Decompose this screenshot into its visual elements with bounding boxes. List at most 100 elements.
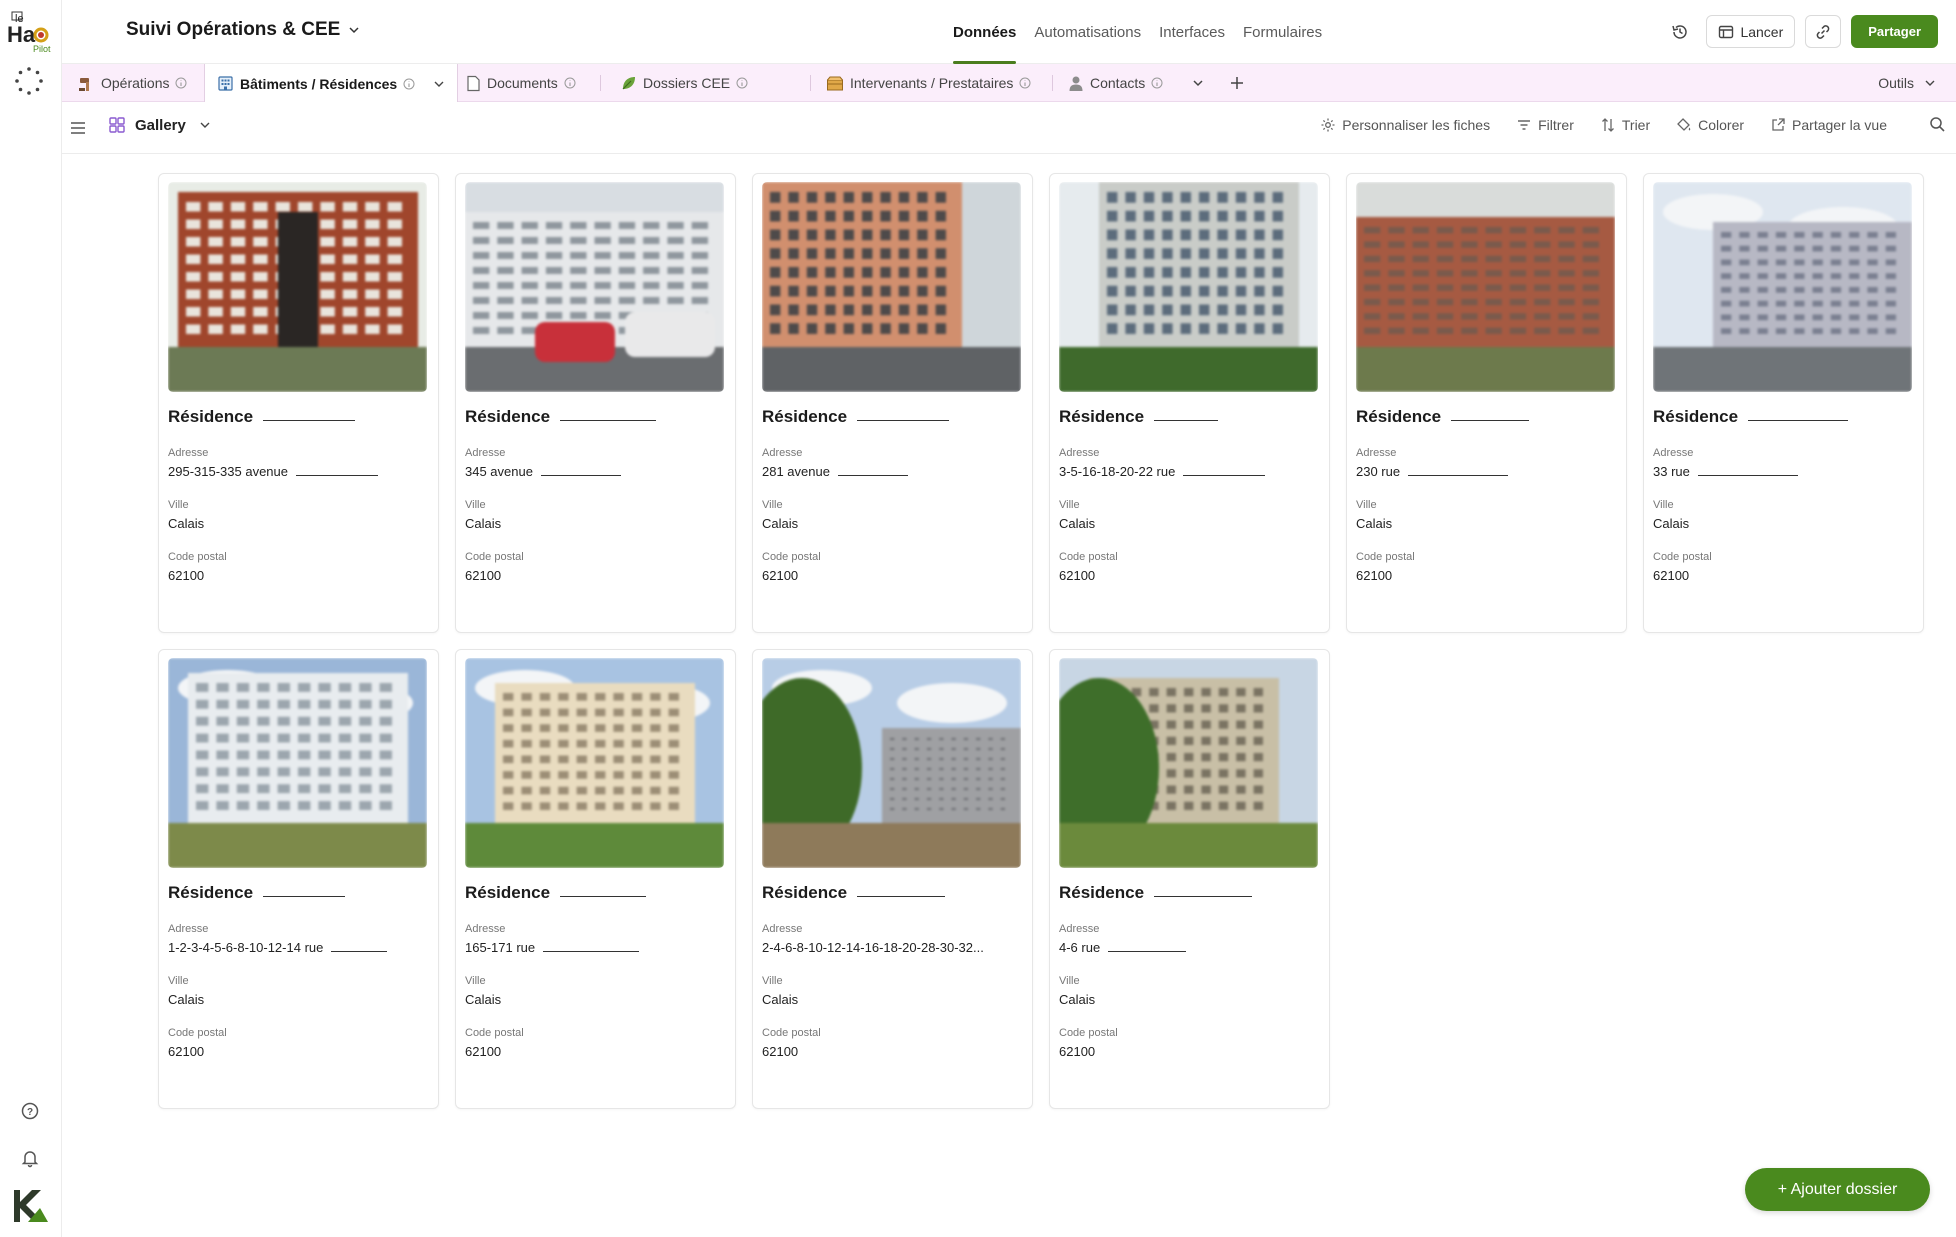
paint-bucket-icon: [1677, 117, 1691, 131]
redacted-name: [1748, 420, 1849, 421]
city-value: Calais: [762, 516, 799, 531]
tools-menu[interactable]: Outils: [1878, 64, 1936, 102]
postal-value: 62100: [1059, 1044, 1096, 1059]
redacted-name: [857, 896, 946, 897]
card-title: Résidence: [762, 403, 1023, 427]
city-value: Calais: [465, 516, 502, 531]
nav-interfaces[interactable]: Interfaces: [1150, 0, 1234, 64]
redacted-name: [1154, 896, 1253, 897]
info-icon[interactable]: [1019, 77, 1031, 89]
postal-label: Code postal: [168, 551, 227, 563]
record-card[interactable]: Résidence Adresse 2-4-6-8-10-12-14-16-18…: [752, 649, 1033, 1109]
copy-link-button[interactable]: [1805, 15, 1842, 48]
city-value: Calais: [1356, 516, 1393, 531]
address-text: 2-4-6-8-10-12-14-16-18-20-28-30-32...: [762, 940, 984, 955]
building-photo-image: [1059, 658, 1318, 868]
city-label: Ville: [1653, 499, 1674, 511]
customize-cards-button[interactable]: Personnaliser les fiches: [1320, 117, 1490, 133]
tab-separator: [600, 75, 601, 91]
notifications-bell-icon[interactable]: [20, 1148, 40, 1168]
postal-label: Code postal: [465, 1027, 524, 1039]
address-label: Adresse: [465, 447, 506, 459]
plus-icon: [1231, 77, 1243, 89]
record-card[interactable]: Résidence Adresse 345 avenue Ville Calai…: [455, 173, 736, 633]
share-button[interactable]: Partager: [1851, 15, 1938, 48]
sort-button[interactable]: Trier: [1600, 117, 1650, 133]
info-icon[interactable]: [736, 77, 748, 89]
sync-spinner-icon[interactable]: [14, 66, 44, 96]
tab-label: Intervenants / Prestataires: [850, 75, 1014, 91]
launch-button[interactable]: Lancer: [1706, 15, 1796, 48]
nav-donnees[interactable]: Données: [944, 0, 1025, 64]
add-dossier-button[interactable]: + Ajouter dossier: [1745, 1168, 1930, 1211]
add-table-button[interactable]: [1217, 64, 1257, 102]
view-switcher[interactable]: Gallery: [108, 116, 211, 134]
building-photo: [1059, 182, 1318, 392]
redacted-address: [1183, 475, 1266, 476]
halo-pilot-logo[interactable]: le Ha Pilot: [6, 8, 56, 54]
nav-formulaires[interactable]: Formulaires: [1234, 0, 1331, 64]
city-label: Ville: [762, 499, 783, 511]
nav-automatisations[interactable]: Automatisations: [1025, 0, 1150, 64]
info-icon[interactable]: [403, 78, 415, 90]
card-title-text: Résidence: [762, 407, 848, 426]
record-card[interactable]: Résidence Adresse 33 rue Ville Calais Co…: [1643, 173, 1924, 633]
tab-batiments-residences[interactable]: Bâtiments / Résidences: [204, 64, 459, 103]
redacted-name: [560, 896, 647, 897]
person-icon: [1069, 76, 1083, 91]
share-view-button[interactable]: Partager la vue: [1770, 117, 1887, 133]
address-text: 165-171 rue: [465, 940, 536, 955]
hamburger-menu-icon[interactable]: [68, 118, 88, 138]
svg-text:Pilot: Pilot: [33, 44, 51, 54]
redacted-name: [263, 896, 346, 897]
info-icon[interactable]: [564, 77, 576, 89]
record-card[interactable]: Résidence Adresse 295-315-335 avenue Vil…: [158, 173, 439, 633]
chevron-down-icon[interactable]: [433, 78, 445, 90]
address-text: 33 rue: [1653, 464, 1690, 479]
color-button[interactable]: Colorer: [1676, 117, 1744, 133]
address-label: Adresse: [168, 923, 209, 935]
card-title: Résidence: [168, 403, 429, 427]
card-title-text: Résidence: [168, 883, 254, 902]
building-photo: [465, 658, 724, 868]
tab-dossiers-cee[interactable]: Dossiers CEE: [608, 64, 760, 102]
hammer-icon: [79, 77, 89, 91]
tab-documents[interactable]: Documents: [454, 64, 588, 102]
share-view-label: Partager la vue: [1792, 116, 1887, 133]
info-icon[interactable]: [1151, 77, 1163, 89]
address-text: 3-5-16-18-20-22 rue: [1059, 464, 1176, 479]
redacted-address: [1697, 475, 1798, 476]
view-toolbar: Gallery Personnaliser les fiches Filtrer…: [62, 102, 1956, 154]
card-title-text: Résidence: [762, 883, 848, 902]
history-button[interactable]: [1664, 16, 1696, 48]
record-card[interactable]: Résidence Adresse 230 rue Ville Calais C…: [1346, 173, 1627, 633]
record-card[interactable]: Résidence Adresse 1-2-3-4-5-6-8-10-12-14…: [158, 649, 439, 1109]
redacted-address: [543, 951, 640, 952]
city-value: Calais: [1059, 516, 1096, 531]
tab-contacts[interactable]: Contacts: [1056, 64, 1175, 102]
redacted-name: [1451, 420, 1530, 421]
info-icon[interactable]: [175, 77, 187, 89]
record-card[interactable]: Résidence Adresse 4-6 rue Ville Calais C…: [1049, 649, 1330, 1109]
base-title[interactable]: Suivi Opérations & CEE: [126, 19, 360, 41]
record-card[interactable]: Résidence Adresse 3-5-16-18-20-22 rue Vi…: [1049, 173, 1330, 633]
help-icon[interactable]: ?: [20, 1101, 40, 1121]
building-icon: [218, 76, 233, 91]
building-photo: [1653, 182, 1912, 392]
card-title-text: Résidence: [168, 407, 254, 426]
workspace-brand-icon[interactable]: [10, 1186, 50, 1226]
record-card[interactable]: Résidence Adresse 281 avenue Ville Calai…: [752, 173, 1033, 633]
search-button[interactable]: [1929, 116, 1946, 133]
tab-intervenants-prestataires[interactable]: Intervenants / Prestataires: [814, 64, 1043, 102]
city-value: Calais: [465, 992, 502, 1007]
redacted-address: [540, 475, 621, 476]
address-value: 295-315-335 avenue: [168, 464, 429, 479]
address-text: 295-315-335 avenue: [168, 464, 288, 479]
filter-button[interactable]: Filtrer: [1516, 117, 1574, 133]
redacted-address: [1408, 475, 1509, 476]
tab-operations[interactable]: Opérations: [66, 64, 199, 102]
more-tabs-button[interactable]: [1179, 64, 1217, 102]
record-card[interactable]: Résidence Adresse 165-171 rue Ville Cala…: [455, 649, 736, 1109]
city-label: Ville: [465, 975, 486, 987]
building-photo: [762, 658, 1021, 868]
